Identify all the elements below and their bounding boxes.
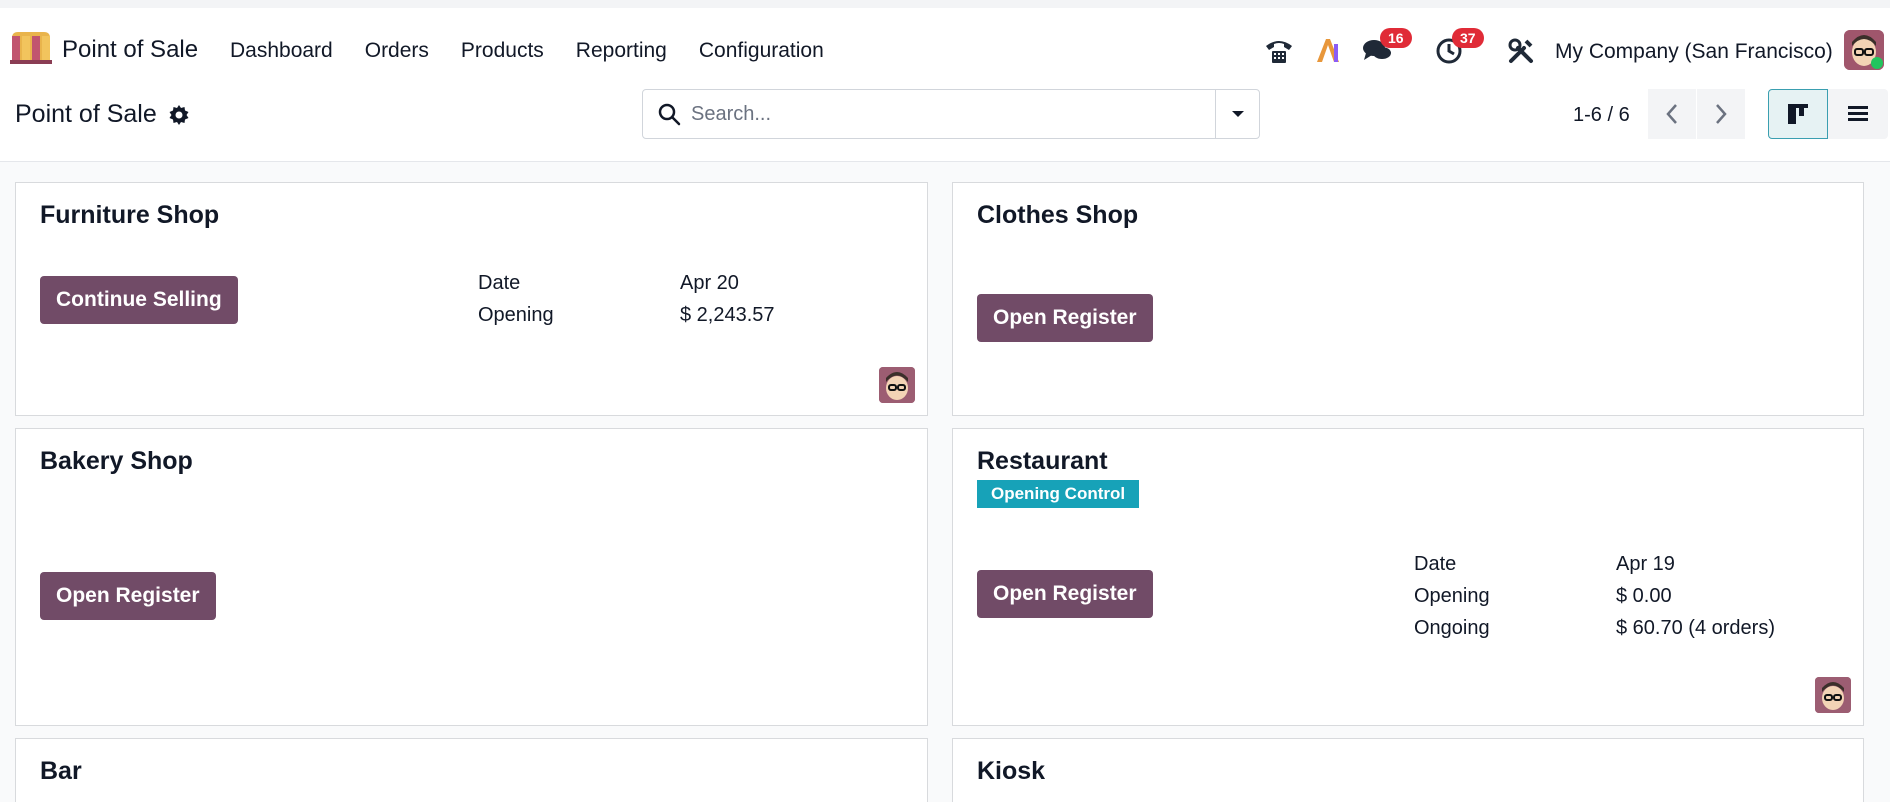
menu-dashboard[interactable]: Dashboard bbox=[230, 39, 333, 63]
info-value: $ 0.00 bbox=[1616, 585, 1672, 607]
session-info: Date Apr 20 Opening $ 2,243.57 bbox=[478, 267, 858, 331]
info-value: Apr 19 bbox=[1616, 553, 1675, 575]
info-row: Opening $ 0.00 bbox=[1414, 580, 1834, 612]
kanban-view-button[interactable] bbox=[1768, 89, 1828, 139]
card-title: Bar bbox=[40, 757, 82, 785]
open-register-button[interactable]: Open Register bbox=[977, 294, 1153, 342]
info-value: $ 60.70 (4 orders) bbox=[1616, 617, 1775, 639]
avatar bbox=[1815, 677, 1851, 713]
info-row: Date Apr 20 bbox=[478, 267, 858, 299]
messages-badge: 16 bbox=[1380, 28, 1412, 48]
status-badge: Opening Control bbox=[977, 480, 1140, 508]
info-label: Date bbox=[478, 272, 521, 294]
kanban-icon bbox=[1788, 104, 1808, 124]
control-panel: Point of Sale 1-6 / 6 bbox=[0, 86, 1890, 162]
menu-orders[interactable]: Orders bbox=[365, 39, 429, 63]
activities-badge: 37 bbox=[1452, 28, 1484, 48]
top-navbar: Point of Sale Dashboard Orders Products … bbox=[0, 0, 1890, 86]
info-value: $ 2,243.57 bbox=[680, 304, 775, 326]
clock-icon[interactable]: 37 bbox=[1432, 28, 1484, 68]
list-icon bbox=[1848, 106, 1868, 121]
info-label: Opening bbox=[478, 304, 554, 326]
card-title: Restaurant bbox=[977, 447, 1108, 475]
chat-icon[interactable]: 16 bbox=[1360, 28, 1412, 68]
company-switcher[interactable]: My Company (San Francisco) bbox=[1555, 40, 1833, 64]
menu-reporting[interactable]: Reporting bbox=[576, 39, 667, 63]
search-options-toggle[interactable] bbox=[1215, 90, 1259, 138]
card-title: Furniture Shop bbox=[40, 201, 220, 229]
avatar[interactable] bbox=[1844, 30, 1884, 70]
gear-icon[interactable] bbox=[169, 104, 189, 125]
chevron-right-icon bbox=[1716, 104, 1727, 124]
caret-down-icon bbox=[1231, 111, 1244, 117]
info-label: Date bbox=[1414, 553, 1457, 575]
menu-configuration[interactable]: Configuration bbox=[699, 39, 824, 63]
pos-card[interactable]: Clothes Shop Open Register bbox=[952, 182, 1864, 416]
phone-icon[interactable] bbox=[1262, 33, 1296, 67]
pager-value[interactable]: 1-6 / 6 bbox=[1573, 104, 1630, 127]
pos-card[interactable]: Restaurant Opening Control Open Register… bbox=[952, 428, 1864, 726]
continue-selling-button[interactable]: Continue Selling bbox=[40, 276, 238, 324]
open-register-button[interactable]: Open Register bbox=[977, 570, 1153, 618]
info-label: Opening bbox=[1414, 585, 1490, 607]
ai-icon[interactable] bbox=[1312, 33, 1346, 67]
pager-next-button[interactable] bbox=[1697, 89, 1745, 139]
chevron-left-icon bbox=[1666, 104, 1677, 124]
info-row: Opening $ 2,243.57 bbox=[478, 299, 858, 331]
card-title: Clothes Shop bbox=[977, 201, 1139, 229]
pos-card[interactable]: Bakery Shop Open Register bbox=[15, 428, 928, 726]
info-value: Apr 20 bbox=[680, 272, 739, 294]
list-view-button[interactable] bbox=[1828, 89, 1888, 139]
menu-products[interactable]: Products bbox=[461, 39, 544, 63]
info-row: Ongoing $ 60.70 (4 orders) bbox=[1414, 612, 1834, 644]
pos-card[interactable]: Bar bbox=[15, 738, 928, 802]
main-menu: Dashboard Orders Products Reporting Conf… bbox=[230, 39, 824, 63]
search-icon bbox=[658, 103, 681, 126]
page-title: Point of Sale bbox=[15, 100, 157, 128]
pos-card[interactable]: Furniture Shop Continue Selling Date Apr… bbox=[15, 182, 928, 416]
search-bar bbox=[642, 89, 1260, 139]
avatar bbox=[879, 367, 915, 403]
info-row: Date Apr 19 bbox=[1414, 548, 1834, 580]
breadcrumb: Point of Sale bbox=[15, 100, 189, 129]
open-register-button[interactable]: Open Register bbox=[40, 572, 216, 620]
pos-card[interactable]: Kiosk bbox=[952, 738, 1864, 802]
session-info: Date Apr 19 Opening $ 0.00 Ongoing $ 60.… bbox=[1414, 548, 1834, 644]
info-label: Ongoing bbox=[1414, 617, 1490, 639]
card-title: Bakery Shop bbox=[40, 447, 193, 475]
tools-icon[interactable] bbox=[1504, 34, 1538, 68]
app-name[interactable]: Point of Sale bbox=[62, 36, 198, 64]
search-input[interactable] bbox=[691, 90, 1191, 138]
card-title: Kiosk bbox=[977, 757, 1046, 785]
pager-previous-button[interactable] bbox=[1648, 89, 1696, 139]
point-of-sale-logo[interactable] bbox=[10, 30, 52, 66]
